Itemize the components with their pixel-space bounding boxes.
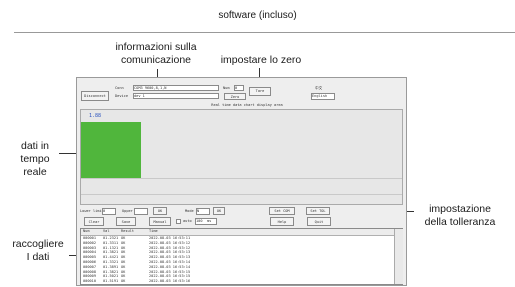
annotation-communication-info: informazioni sulla comunicazione: [115, 41, 197, 66]
upper-limit-field[interactable]: [134, 208, 148, 215]
manual-button[interactable]: Manual: [149, 217, 171, 226]
mode-label: Mode: [185, 209, 194, 213]
plot-gridline: [81, 194, 402, 195]
realtime-bar: [81, 122, 141, 178]
annotation-tolerance: impostazione della tolleranza: [424, 203, 496, 228]
set-com-button[interactable]: Set COM: [269, 207, 295, 215]
annotation-realtime-data: dati in tempo reale: [20, 140, 50, 178]
table-row[interactable]: 000010 01.5191 OK 2022-08-03 16:53:16: [81, 279, 394, 284]
device-field[interactable]: dev 1: [133, 93, 219, 99]
language-select[interactable]: English: [311, 93, 335, 100]
device-label: Device: [115, 94, 128, 98]
column-header: Result: [121, 229, 134, 233]
table-scrollbar[interactable]: [394, 229, 403, 284]
set-tolerance-button[interactable]: Set TOL: [306, 207, 330, 215]
title-divider: [14, 32, 515, 33]
annotation-set-zero: impostare lo zero: [220, 54, 302, 66]
column-header: Val: [103, 229, 110, 233]
conn-label: Conn: [115, 86, 124, 90]
zero-button[interactable]: Zero: [224, 93, 246, 100]
table-cell: 000010: [83, 279, 96, 284]
disconnect-button[interactable]: Disconnect: [81, 91, 109, 101]
clear-button[interactable]: Clear: [84, 217, 104, 226]
limits-ok-button[interactable]: OK: [153, 207, 167, 215]
save-button[interactable]: Save: [116, 217, 136, 226]
plot-caption: Real time data chart display area: [211, 103, 283, 107]
lower-limit-field[interactable]: 0: [102, 208, 116, 215]
interval-unit: ms: [207, 219, 212, 223]
table-header: Num Val Result Time: [81, 229, 394, 236]
help-button[interactable]: Help: [270, 217, 294, 226]
auto-label: auto: [183, 219, 192, 223]
language-label: 中文: [315, 86, 323, 90]
tare-button[interactable]: Tare: [249, 87, 271, 96]
quit-button[interactable]: Quit: [307, 217, 331, 226]
realtime-value-label: 1.88: [89, 113, 102, 119]
mode-select[interactable]: N: [196, 208, 210, 215]
annotation-collect-data: raccogliere I dati: [12, 238, 64, 263]
data-table[interactable]: Num Val Result Time 000001 01.2321 OK 2022-…: [80, 228, 403, 285]
table-cell: 2022-08-03 16:53:16: [149, 279, 191, 284]
plot-gridline: [81, 178, 402, 179]
mode-ok-button[interactable]: OK: [213, 207, 225, 215]
auto-checkbox[interactable]: [176, 219, 181, 224]
table-cell: 01.5191: [103, 279, 119, 284]
table-cell: OK: [121, 279, 126, 284]
lower-limit-label: Lower limit: [80, 209, 102, 213]
realtime-chart-area: 1.88: [80, 109, 403, 205]
comm-port-field[interactable]: COM3 9600,8,1,N: [133, 85, 219, 91]
column-header: Num: [83, 229, 90, 233]
column-header: Time: [149, 229, 158, 233]
upper-limit-label: Upper: [122, 209, 133, 213]
page-title: software (incluso): [218, 10, 297, 21]
app-window: Disconnect Conn COM3 9600,8,1,N Device d…: [76, 77, 407, 286]
zero-value-field[interactable]: 0: [234, 85, 244, 91]
